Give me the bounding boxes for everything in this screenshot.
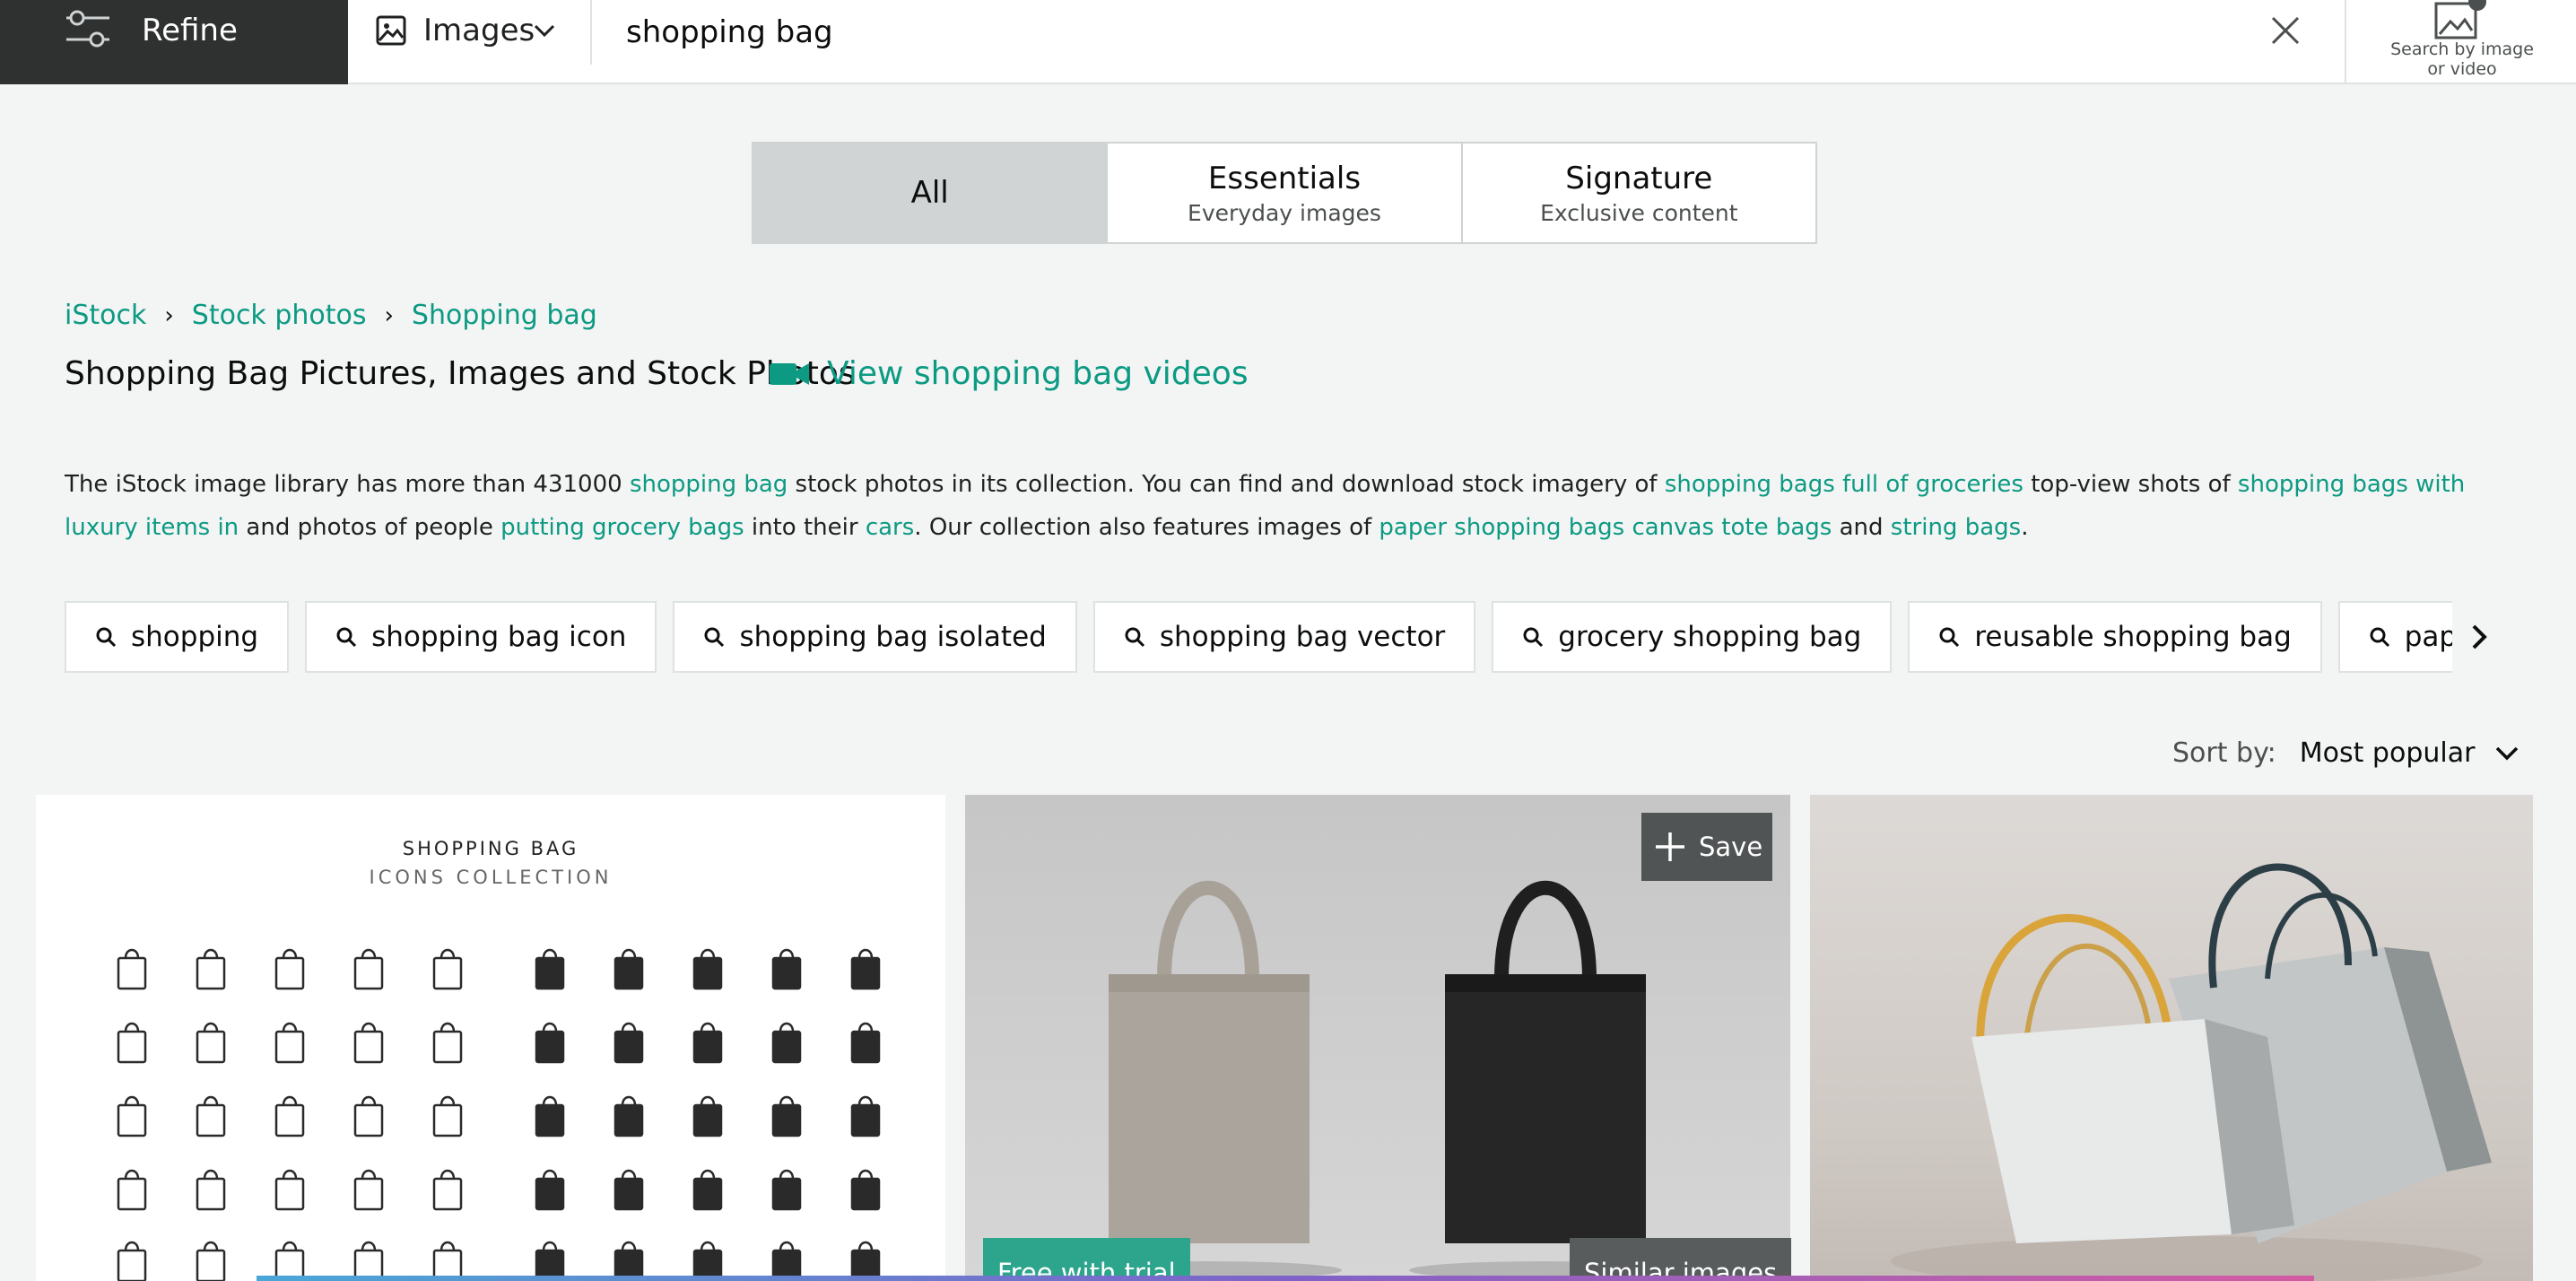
chip-label: reusable shopping bag (1974, 621, 2292, 653)
free-with-trial-badge[interactable]: Free with trial (983, 1238, 1190, 1281)
related-search-chip[interactable]: shopping bag vector (1092, 601, 1476, 673)
related-search-chip[interactable]: paper shopping bag (2337, 601, 2452, 673)
save-button[interactable]: Save (1641, 813, 1772, 881)
search-icon (704, 627, 725, 648)
search-by-image-label: Search by image or video (2390, 39, 2534, 79)
save-label: Save (1699, 832, 1763, 862)
desc-link[interactable]: putting grocery bags (500, 514, 744, 541)
chip-label: shopping (131, 621, 259, 653)
seo-description: The iStock image library has more than 4… (65, 463, 2504, 549)
related-search-chip[interactable]: shopping (65, 601, 290, 673)
breadcrumb-istock[interactable]: iStock (65, 300, 146, 331)
tab-label: Essentials (1207, 160, 1362, 196)
video-camera-icon (770, 362, 809, 385)
sort-select[interactable]: Most popular (2300, 737, 2520, 769)
search-icon (1125, 627, 1144, 648)
chevron-down-icon (534, 24, 555, 38)
result-image-paper-bags[interactable] (1810, 795, 2533, 1281)
breadcrumb-stock-photos[interactable]: Stock photos (192, 300, 367, 331)
image-icon (376, 15, 406, 46)
desc-link[interactable]: shopping bags full of groceries (1665, 471, 2023, 498)
tab-essentials[interactable]: Essentials Everyday images (1108, 144, 1463, 242)
desc-text: and (1832, 514, 1891, 541)
desc-text: stock photos in its collection. You can … (788, 471, 1665, 498)
close-icon (2271, 16, 2300, 45)
desc-link[interactable]: string bags (1891, 514, 2021, 541)
sort-control: Sort by: Most popular (2172, 737, 2519, 769)
chips-scroll-next-button[interactable] (2461, 619, 2497, 655)
refine-button[interactable]: Refine (0, 0, 348, 84)
license-filter: All Essentials Everyday images Signature… (752, 142, 1817, 244)
chip-label: paper shopping bag (2404, 621, 2452, 653)
related-search-chip[interactable]: grocery shopping bag (1492, 601, 1893, 673)
search-icon (96, 627, 117, 648)
chevron-right-icon: › (164, 301, 174, 329)
desc-text: The iStock image library has more than 4… (65, 471, 630, 498)
breadcrumb-shopping-bag[interactable]: Shopping bag (412, 300, 597, 331)
search-input[interactable] (626, 9, 2241, 56)
refine-label: Refine (142, 13, 238, 48)
desc-link[interactable]: paper shopping bags canvas tote bags (1379, 514, 1832, 541)
sliders-icon (66, 10, 109, 48)
tab-sublabel: Everyday images (1188, 199, 1381, 226)
desc-link[interactable]: shopping bag (630, 471, 788, 498)
sort-value: Most popular (2299, 737, 2476, 769)
chip-label: grocery shopping bag (1558, 621, 1862, 653)
tab-label: All (910, 175, 949, 211)
search-icon (2370, 627, 2389, 648)
desc-link[interactable]: cars (866, 514, 914, 541)
desc-text: and photos of people (239, 514, 501, 541)
related-search-chip[interactable]: shopping bag icon (305, 601, 657, 673)
tab-sublabel: Exclusive content (1540, 199, 1738, 226)
desc-text: top-view shots of (2023, 471, 2238, 498)
view-videos-link[interactable]: View shopping bag videos (770, 355, 1249, 392)
result-image-icons-collection[interactable]: SHOPPING BAG ICONS COLLECTION (36, 795, 945, 1281)
desc-text: . Our collection also features images of (914, 514, 1379, 541)
shopping-bag-icons-grid (117, 948, 881, 1281)
desc-text: . (2021, 514, 2029, 541)
desc-text: into their (744, 514, 866, 541)
top-search-bar: Refine Images Search by image or video (0, 0, 2576, 84)
media-type-label: Images (423, 13, 535, 48)
promo-banner-edge (257, 1276, 2314, 1281)
tab-signature[interactable]: Signature Exclusive content (1463, 144, 1815, 242)
sort-label: Sort by: (2172, 737, 2276, 769)
related-search-chip[interactable]: shopping bag isolated (673, 601, 1077, 673)
search-icon (336, 627, 357, 648)
chip-label: shopping bag isolated (739, 621, 1047, 653)
search-icon (1939, 627, 1960, 648)
page-title: Shopping Bag Pictures, Images and Stock … (65, 355, 856, 392)
breadcrumb: iStock › Stock photos › Shopping bag (65, 300, 597, 331)
related-search-chip[interactable]: reusable shopping bag (1908, 601, 2322, 673)
similar-images-button[interactable]: Similar images (1570, 1238, 1792, 1281)
view-videos-label: View shopping bag videos (827, 355, 1249, 392)
clear-search-button[interactable] (2266, 11, 2305, 50)
chevron-right-icon: › (384, 301, 394, 329)
tab-all[interactable]: All (753, 144, 1109, 242)
chip-label: shopping bag icon (371, 621, 627, 653)
plus-icon (1656, 832, 1684, 861)
chevron-down-icon (2496, 746, 2519, 760)
search-by-image-button[interactable]: Search by image or video (2345, 0, 2576, 84)
chip-label: shopping bag vector (1159, 621, 1446, 653)
chevron-right-icon (2472, 624, 2487, 649)
search-icon (1523, 627, 1544, 648)
tab-label: Signature (1565, 160, 1713, 196)
paper-bags-illustration (1891, 863, 2492, 1281)
camera-search-icon (2434, 0, 2486, 39)
related-searches: shopping shopping bag icon shopping bag … (65, 601, 2452, 673)
media-type-select[interactable]: Images (348, 0, 592, 65)
